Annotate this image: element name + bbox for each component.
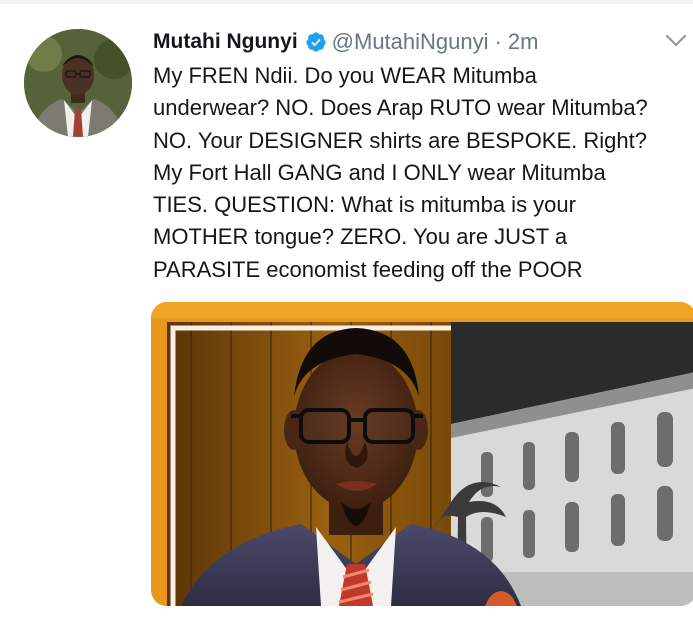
separator-dot: · [494,29,502,54]
avatar[interactable] [24,29,132,137]
tweet-media-photo[interactable] [151,302,693,606]
tweet-photo-image [151,302,693,606]
avatar-photo [24,29,132,137]
verified-badge-icon [305,31,327,53]
tweet-text: My FREN Ndii. Do you WEAR Mitumba underw… [153,63,648,282]
tweet-card[interactable]: Mutahi Ngunyi @MutahiNgunyi · 2m My FREN… [0,0,693,620]
tweet-header: Mutahi Ngunyi @MutahiNgunyi · 2m [153,27,538,57]
author-handle[interactable]: @MutahiNgunyi [332,29,489,55]
chevron-down-icon[interactable] [664,32,688,50]
tweet-timestamp[interactable]: 2m [508,29,539,55]
divider [0,0,693,4]
author-name[interactable]: Mutahi Ngunyi [153,30,298,54]
